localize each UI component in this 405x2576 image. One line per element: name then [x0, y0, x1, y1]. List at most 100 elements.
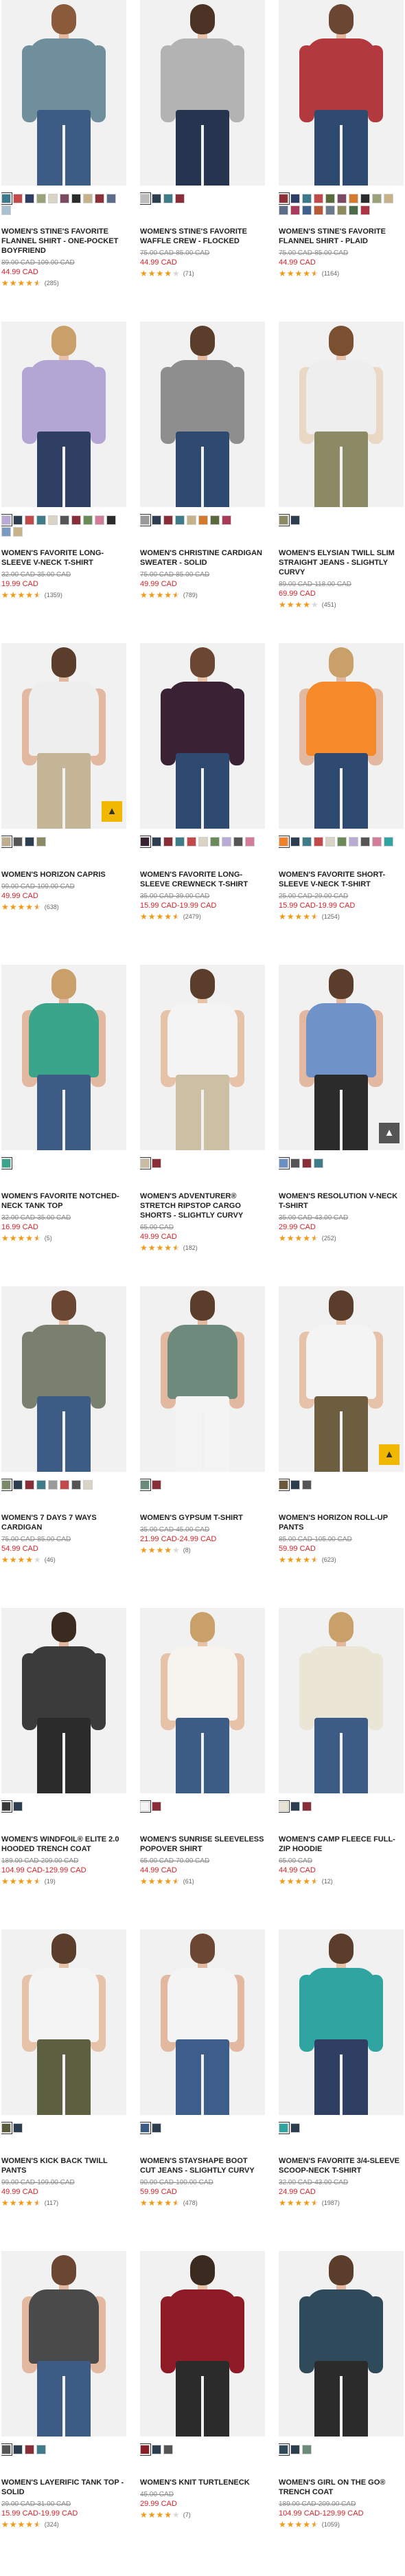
color-swatch[interactable] [372, 194, 382, 203]
color-swatch[interactable] [140, 1157, 151, 1169]
color-swatch[interactable] [83, 515, 93, 525]
color-swatch[interactable] [60, 194, 69, 203]
color-swatch[interactable] [279, 1157, 290, 1169]
color-swatch[interactable] [360, 205, 370, 215]
color-swatch[interactable] [302, 1480, 312, 1490]
color-swatch[interactable] [152, 194, 161, 203]
color-swatch[interactable] [140, 1479, 151, 1491]
color-swatch[interactable] [233, 837, 243, 847]
product-card[interactable]: Women's Stine's Favorite Flannel Shirt -… [279, 0, 404, 322]
product-image[interactable] [1, 1929, 126, 2115]
color-swatch[interactable] [25, 837, 34, 847]
color-swatch[interactable] [325, 837, 335, 847]
color-swatch[interactable] [279, 1800, 290, 1813]
product-name[interactable]: Women's Kick Back Twill Pants [1, 2156, 126, 2175]
product-card[interactable]: Women's Layerific Tank Top - Solid 29.00… [1, 2251, 126, 2573]
color-swatch[interactable] [279, 514, 290, 526]
color-swatch[interactable] [384, 194, 393, 203]
rating[interactable]: ★★★★★★★★★★ (12) [279, 1877, 404, 1886]
color-swatch[interactable] [13, 515, 23, 525]
product-name[interactable]: Women's Horizon Roll-Up Pants [279, 1513, 404, 1532]
color-swatch[interactable] [175, 837, 185, 847]
rating[interactable]: ★★★★★★★★★★ (324) [1, 2520, 126, 2529]
color-swatch[interactable] [13, 1480, 23, 1490]
product-card[interactable]: ▲ Women's Resolution V-Neck T-Shirt 35.0… [279, 965, 404, 1286]
product-image[interactable] [1, 965, 126, 1150]
color-swatch[interactable] [152, 2445, 161, 2454]
rating[interactable]: ★★★★★★★★★★ (1164) [279, 269, 404, 278]
color-swatch[interactable] [163, 837, 173, 847]
color-swatch[interactable] [1, 205, 11, 215]
rating[interactable]: ★★★★★★★★★★ (117) [1, 2198, 126, 2208]
product-image[interactable] [279, 1608, 404, 1793]
product-name[interactable]: Women's Stine's Favorite Flannel Shirt -… [1, 227, 126, 256]
product-card[interactable]: Women's Christine Cardigan Sweater - Sol… [140, 322, 265, 643]
rating[interactable]: ★★★★★★★★★★ (182) [140, 1243, 265, 1253]
color-swatch[interactable] [1, 836, 12, 848]
color-swatch[interactable] [325, 194, 335, 203]
rating[interactable]: ★★★★★★★★★★ (8) [140, 1545, 265, 1555]
color-swatch[interactable] [325, 205, 335, 215]
product-image[interactable] [140, 2251, 265, 2437]
product-name[interactable]: Women's Stine's Favorite Flannel Shirt -… [279, 227, 404, 246]
rating[interactable]: ★★★★★★★★★★ (252) [279, 1233, 404, 1243]
color-swatch[interactable] [175, 515, 185, 525]
product-image[interactable] [140, 0, 265, 186]
color-swatch[interactable] [1, 192, 12, 205]
color-swatch[interactable] [13, 527, 23, 537]
color-swatch[interactable] [222, 515, 231, 525]
color-swatch[interactable] [36, 1480, 46, 1490]
color-swatch[interactable] [302, 837, 312, 847]
color-swatch[interactable] [1, 2443, 12, 2456]
color-swatch[interactable] [36, 515, 46, 525]
rating[interactable]: ★★★★★★★★★★ (19) [1, 1877, 126, 1886]
product-image[interactable] [140, 1929, 265, 2115]
rating[interactable]: ★★★★★★★★★★ (789) [140, 590, 265, 600]
product-card[interactable]: Women's Favorite 3/4-Sleeve Scoop-Neck T… [279, 1929, 404, 2251]
product-name[interactable]: Women's Favorite Short-Sleeve V-Neck T-S… [279, 870, 404, 889]
color-swatch[interactable] [36, 2445, 46, 2454]
rating[interactable]: ★★★★★★★★★★ (623) [279, 1555, 404, 1565]
color-swatch[interactable] [175, 194, 185, 203]
color-swatch[interactable] [349, 205, 358, 215]
rating[interactable]: ★★★★★★★★★★ (2479) [140, 912, 265, 921]
color-swatch[interactable] [13, 1802, 23, 1811]
color-swatch[interactable] [60, 515, 69, 525]
product-name[interactable]: Women's Gypsum T-Shirt [140, 1513, 265, 1523]
color-swatch[interactable] [140, 514, 151, 526]
color-swatch[interactable] [1, 527, 11, 537]
product-name[interactable]: Women's Favorite 3/4-Sleeve Scoop-Neck T… [279, 2156, 404, 2175]
color-swatch[interactable] [71, 1480, 81, 1490]
product-image[interactable]: ▲ [1, 643, 126, 829]
product-image[interactable] [1, 322, 126, 507]
product-name[interactable]: Women's WindFoil® Elite 2.0 Hooded Trenc… [1, 1835, 126, 1854]
color-swatch[interactable] [290, 2123, 300, 2133]
product-image[interactable] [279, 1929, 404, 2115]
color-swatch[interactable] [95, 194, 104, 203]
color-swatch[interactable] [36, 837, 46, 847]
product-card[interactable]: Women's StayShape Boot Cut Jeans - Sligh… [140, 1929, 265, 2251]
color-swatch[interactable] [13, 194, 23, 203]
color-swatch[interactable] [140, 2122, 151, 2134]
product-image[interactable] [140, 643, 265, 829]
color-swatch[interactable] [140, 1800, 151, 1813]
product-card[interactable]: Women's Elysian Twill Slim Straight Jean… [279, 322, 404, 643]
color-swatch[interactable] [152, 837, 161, 847]
rating[interactable]: ★★★★★★★★★★ (285) [1, 278, 126, 288]
color-swatch[interactable] [279, 836, 290, 848]
color-swatch[interactable] [245, 837, 255, 847]
color-swatch[interactable] [1, 1479, 12, 1491]
color-swatch[interactable] [222, 837, 231, 847]
color-swatch[interactable] [337, 837, 347, 847]
product-card[interactable]: Women's Adventurer® Stretch Ripstop Carg… [140, 965, 265, 1286]
product-image[interactable] [1, 1608, 126, 1793]
color-swatch[interactable] [290, 515, 300, 525]
color-swatch[interactable] [140, 2443, 151, 2456]
color-swatch[interactable] [302, 1802, 312, 1811]
product-name[interactable]: Women's Camp Fleece Full-Zip Hoodie [279, 1835, 404, 1854]
color-swatch[interactable] [290, 194, 300, 203]
color-swatch[interactable] [337, 205, 347, 215]
product-name[interactable]: Women's Favorite Long-Sleeve Crewneck T-… [140, 870, 265, 889]
color-swatch[interactable] [302, 1158, 312, 1168]
color-swatch[interactable] [198, 515, 208, 525]
